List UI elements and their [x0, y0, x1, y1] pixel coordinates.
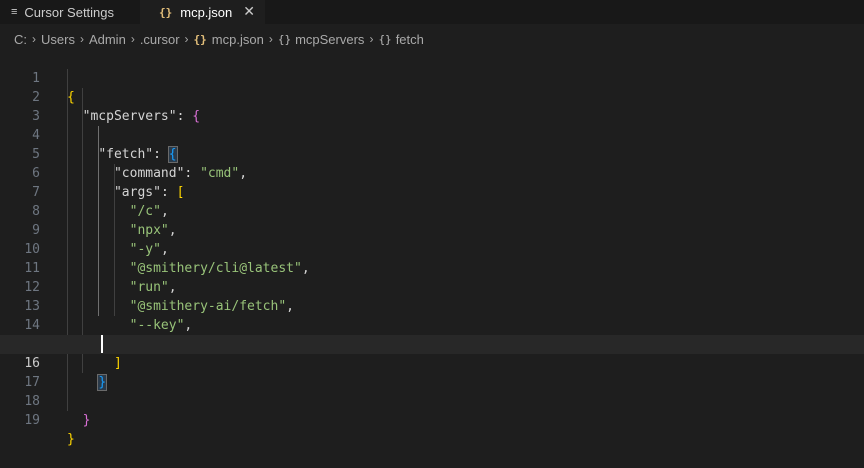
- object-symbol-icon: {}: [378, 32, 392, 46]
- breadcrumb-item-cursor[interactable]: .cursor: [140, 32, 180, 47]
- code-line: 13 "--key",: [0, 278, 864, 333]
- json-braces-icon: {}: [193, 32, 207, 46]
- chevron-right-icon: ›: [184, 32, 189, 46]
- code-line: 9 "-y",: [0, 202, 864, 257]
- settings-sliders-icon: ≡: [11, 6, 18, 18]
- code-line: 1 {: [0, 50, 864, 105]
- tab-bar: ≡ Cursor Settings {} mcp.json ✕: [0, 0, 864, 24]
- tab-mcp-json[interactable]: {} mcp.json ✕: [140, 0, 265, 24]
- breadcrumb-item-users[interactable]: Users: [41, 32, 75, 47]
- tab-label: mcp.json: [180, 4, 233, 20]
- code-line: 8 "npx",: [0, 183, 864, 238]
- chevron-right-icon: ›: [369, 32, 374, 46]
- code-line: 14: [0, 297, 864, 350]
- code-line: 17: [0, 354, 864, 390]
- code-line: 6 "args": [: [0, 145, 864, 200]
- chevron-right-icon: ›: [32, 32, 36, 46]
- current-line: 16 }: [0, 335, 864, 391]
- code-line: 3: [0, 88, 864, 124]
- close-icon[interactable]: ✕: [243, 3, 255, 20]
- code-line: 4 "fetch": {: [0, 107, 864, 163]
- chevron-right-icon: ›: [130, 32, 135, 46]
- tab-cursor-settings[interactable]: ≡ Cursor Settings: [0, 0, 139, 24]
- breadcrumb-item-drive[interactable]: C:: [14, 32, 27, 47]
- breadcrumb-item-fetch[interactable]: fetch: [396, 32, 424, 47]
- chevron-right-icon: ›: [268, 32, 273, 46]
- breadcrumb-item-admin[interactable]: Admin: [89, 32, 126, 47]
- code-line: 5 "command": "cmd",: [0, 126, 864, 181]
- breadcrumb-item-file[interactable]: mcp.json: [212, 32, 264, 47]
- code-line: 15 ]: [0, 316, 864, 371]
- tab-label: Cursor Settings: [24, 4, 115, 20]
- code-line: 2 "mcpServers": {: [0, 69, 864, 124]
- code-line: 18 }: [0, 373, 864, 428]
- code-line: 7 "/c",: [0, 164, 864, 219]
- code-line: 11 "run",: [0, 240, 864, 295]
- code-line: 19 }: [0, 392, 864, 447]
- line-number: 19: [24, 413, 40, 428]
- json-braces-icon: {}: [159, 5, 173, 19]
- code-editor[interactable]: 1 { 2 "mcpServers": { 3 4 "fetch": { 5 "…: [0, 50, 864, 457]
- breadcrumb-item-mcpservers[interactable]: mcpServers: [295, 32, 364, 47]
- code-line: 12 "@smithery-ai/fetch",: [0, 259, 864, 314]
- text-cursor: [101, 335, 103, 353]
- code-line: 10 "@smithery/cli@latest",: [0, 221, 864, 276]
- breadcrumb: C: › Users › Admin › .cursor › {} mcp.js…: [0, 29, 864, 49]
- object-symbol-icon: {}: [277, 32, 292, 46]
- chevron-right-icon: ›: [79, 32, 84, 46]
